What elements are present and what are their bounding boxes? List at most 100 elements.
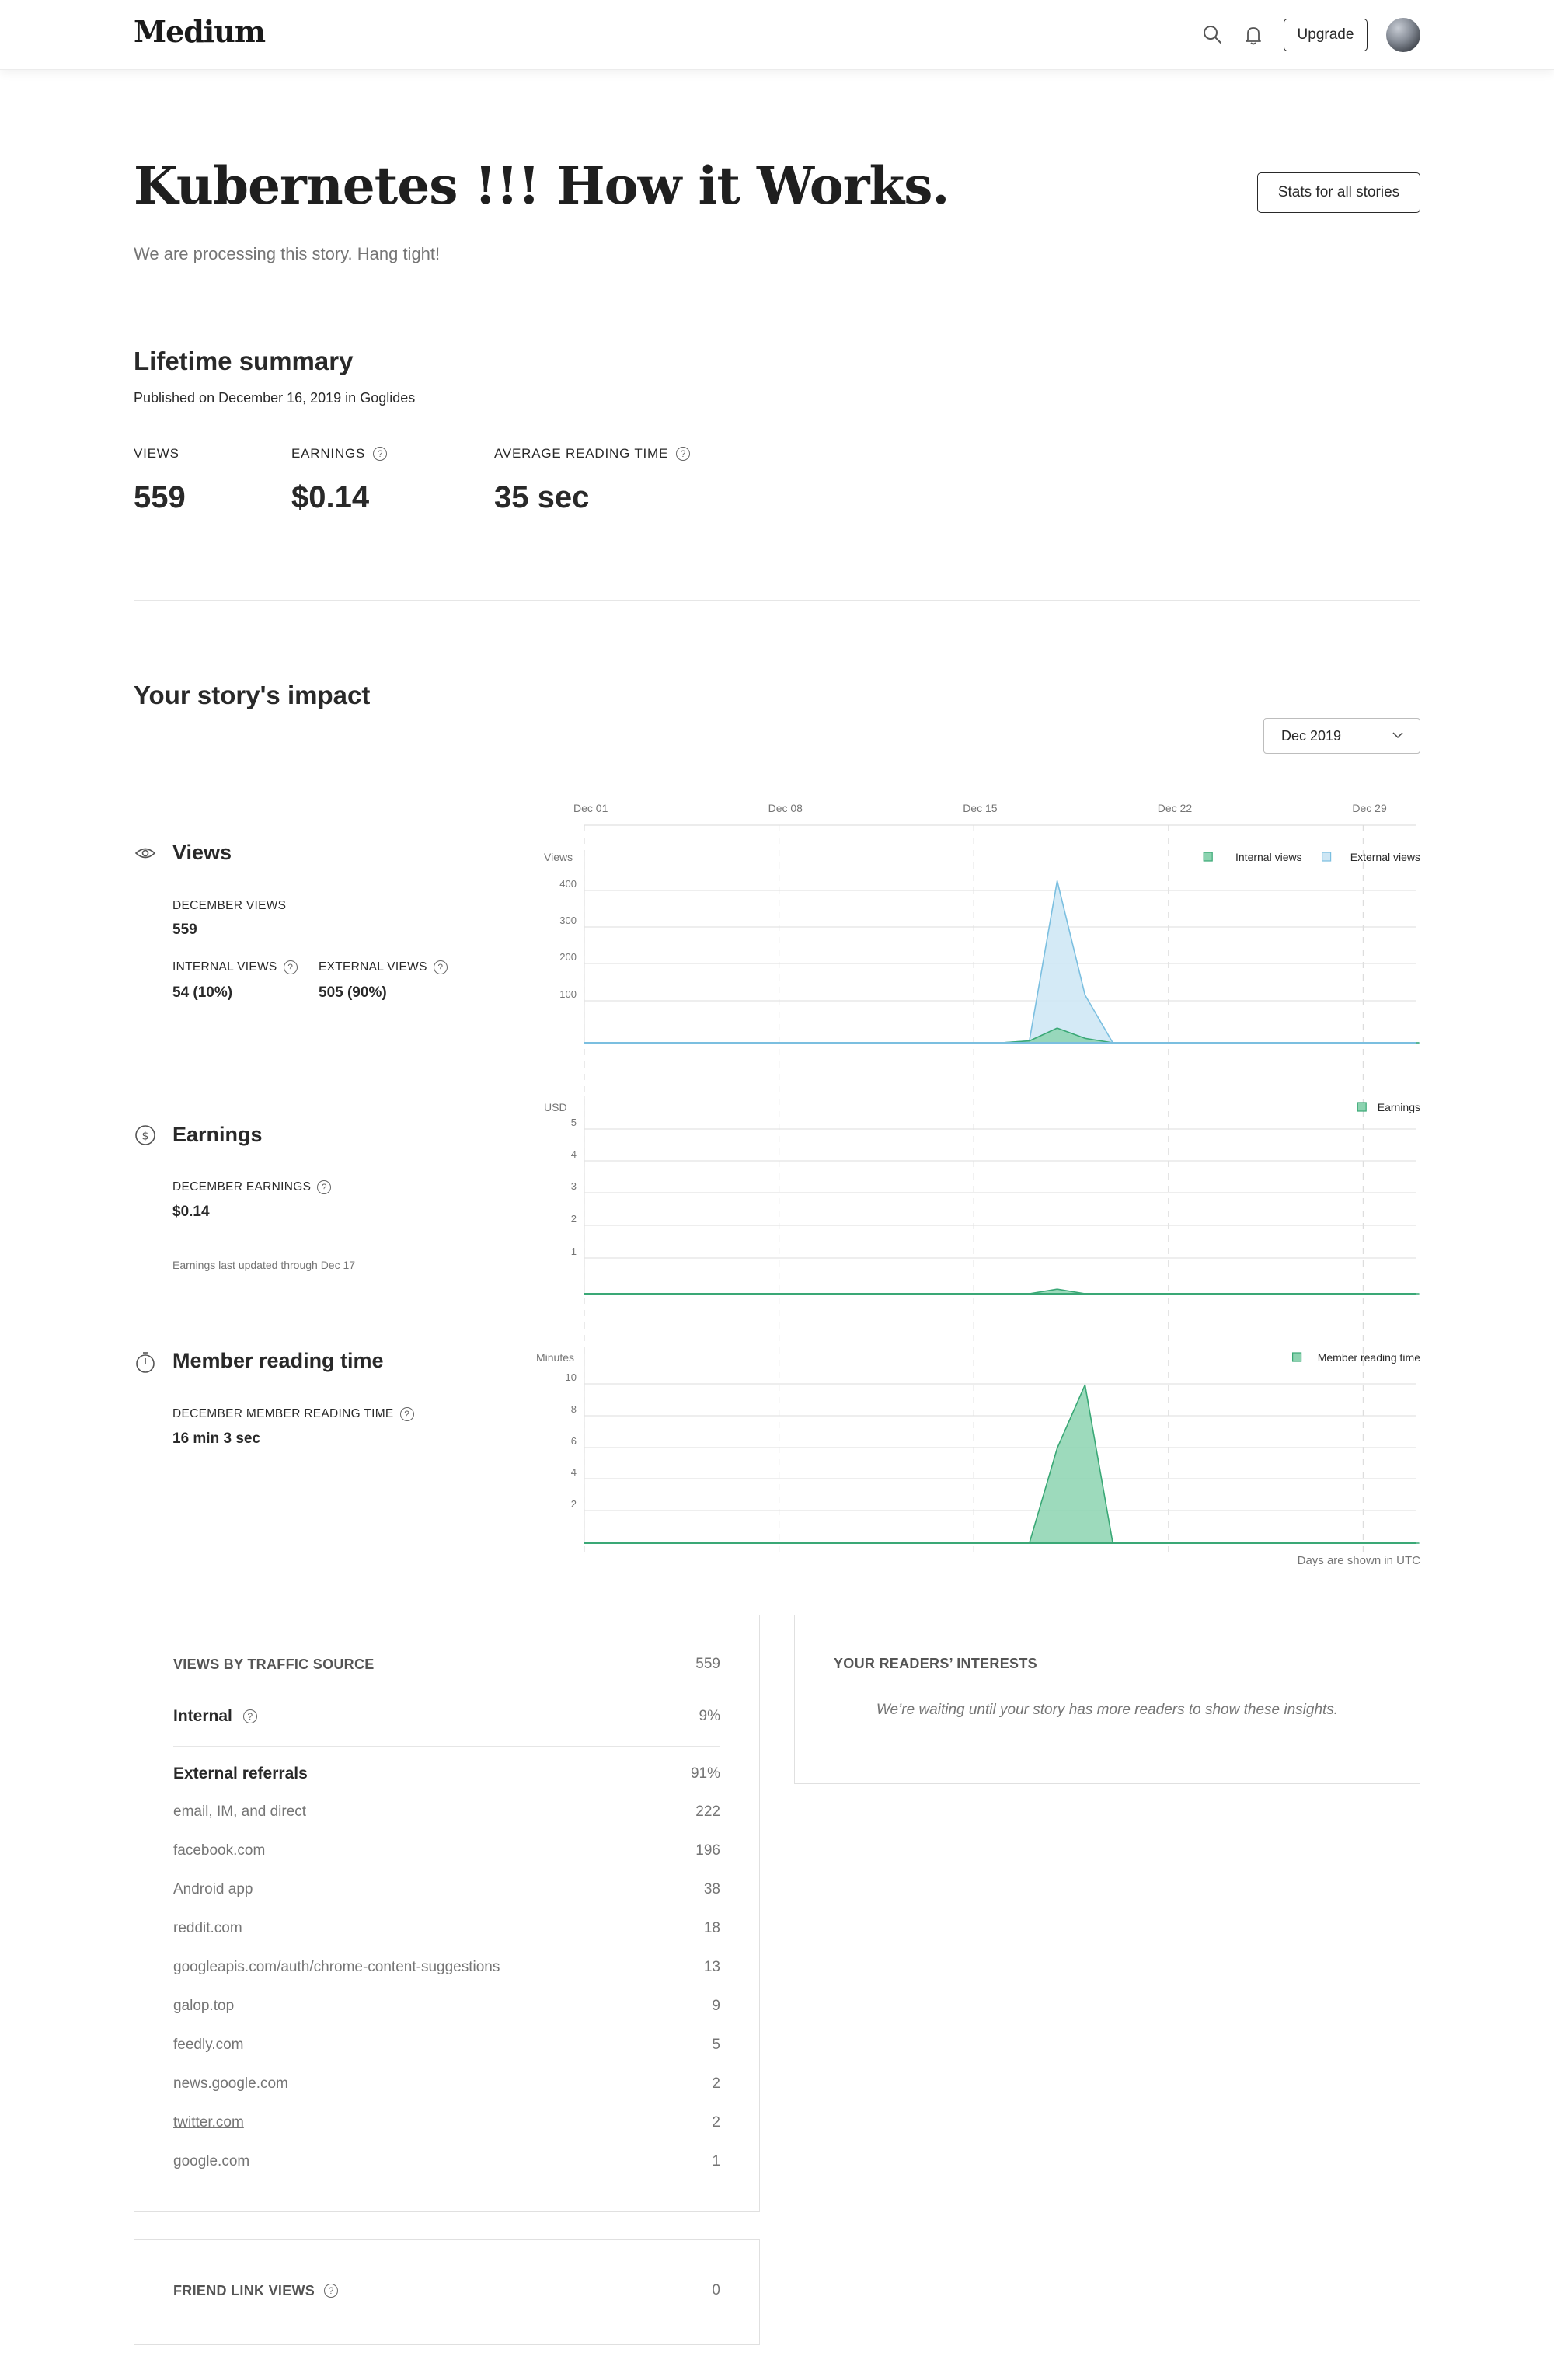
external-label: External referrals — [173, 1765, 308, 1782]
traffic-source-row[interactable]: facebook.com 196 — [173, 1842, 720, 1859]
traffic-source-value: 222 — [695, 1803, 720, 1820]
legend-swatch — [1321, 852, 1332, 862]
help-icon[interactable]: ? — [676, 447, 691, 461]
month-select-value: Dec 2019 — [1281, 727, 1342, 744]
traffic-source-row: feedly.com 5 — [173, 2037, 720, 2054]
medium-logo[interactable]: Medium — [134, 14, 266, 49]
y-tick-label: 8 — [571, 1403, 577, 1415]
traffic-source-row[interactable]: twitter.com 2 — [173, 2114, 720, 2131]
y-tick-label: 1 — [571, 1246, 577, 1257]
impact-charts: Dec 01 Dec 08 Dec 15 Dec 22 Dec 29 Views 100 20… — [536, 802, 1420, 1554]
legend-label: Member reading time — [1318, 1351, 1420, 1364]
legend-swatch — [1203, 852, 1213, 862]
y-tick-label: 300 — [559, 915, 577, 926]
help-icon[interactable]: ? — [433, 960, 448, 974]
traffic-source-value: 196 — [695, 1842, 720, 1859]
traffic-header-row: VIEWS BY TRAFFIC SOURCE 559 — [173, 1656, 720, 1673]
search-icon[interactable] — [1198, 20, 1228, 50]
traffic-source-name: news.google.com — [173, 2075, 288, 2092]
views-label: VIEWS — [134, 446, 179, 461]
internal-label: Internal — [173, 1707, 232, 1725]
card-divider — [173, 1746, 720, 1747]
traffic-source-name: feedly.com — [173, 2037, 244, 2053]
avg-reading-label: AVERAGE READING TIME? — [494, 446, 691, 462]
x-tick-label: Dec 08 — [768, 802, 803, 814]
help-icon[interactable]: ? — [324, 2284, 339, 2298]
published-info: Published on December 16, 2019 in Goglid… — [134, 390, 416, 406]
processing-note: We are processing this story. Hang tight… — [134, 244, 441, 263]
internal-views-label: INTERNAL VIEWS? — [172, 960, 298, 974]
series-area-external-views — [584, 880, 1420, 1044]
y-tick-label: 4 — [571, 1466, 577, 1478]
traffic-source-row: reddit.com 18 — [173, 1920, 720, 1937]
series-area-internal-views — [584, 1027, 1420, 1044]
legend-label: Internal views — [1235, 851, 1302, 863]
december-earnings-value: $0.14 — [172, 1204, 210, 1220]
x-tick-label: Dec 01 — [573, 802, 608, 814]
y-axis-label: Minutes — [536, 1351, 574, 1364]
legend-label: Earnings — [1378, 1101, 1420, 1113]
traffic-source-name: galop.top — [173, 1998, 235, 2014]
x-tick-label: Dec 29 — [1352, 802, 1387, 814]
interests-header-row: YOUR READERS’ INTERESTS — [834, 1656, 1381, 1672]
x-tick-label: Dec 15 — [963, 802, 998, 814]
friend-link-row: FRIEND LINK VIEWS? 0 — [173, 2282, 720, 2299]
help-icon[interactable]: ? — [373, 447, 388, 461]
internal-pct: 9% — [699, 1708, 720, 1724]
traffic-source-row: google.com 1 — [173, 2153, 720, 2170]
external-row: External referrals 91% — [173, 1765, 720, 1783]
traffic-source-card: VIEWS BY TRAFFIC SOURCE 559 Internal? 9%… — [134, 1615, 760, 2212]
december-reading-value: 16 min 3 sec — [172, 1430, 261, 1447]
eye-icon — [134, 848, 156, 859]
y-tick-label: 3 — [571, 1180, 577, 1192]
traffic-total: 559 — [695, 1656, 720, 1672]
traffic-source-name: google.com — [173, 2153, 250, 2169]
external-views-label: EXTERNAL VIEWS? — [319, 960, 448, 974]
avatar[interactable] — [1386, 18, 1420, 52]
reading-section-title: Member reading time — [172, 1349, 384, 1372]
impact-heading: Your story's impact — [134, 681, 371, 709]
views-section-title: Views — [172, 841, 232, 864]
lifetime-summary-heading: Lifetime summary — [134, 347, 354, 375]
traffic-heading: VIEWS BY TRAFFIC SOURCE — [173, 1656, 375, 1672]
friend-link-value: 0 — [712, 2282, 720, 2298]
traffic-source-value: 2 — [712, 2075, 720, 2092]
help-icon[interactable]: ? — [317, 1180, 332, 1194]
y-tick-label: 100 — [559, 988, 577, 1000]
y-tick-label: 400 — [559, 878, 577, 890]
traffic-source-row: email, IM, and direct 222 — [173, 1803, 720, 1821]
y-axis-label: USD — [544, 1101, 567, 1113]
help-icon[interactable]: ? — [283, 960, 298, 974]
december-views-value: 559 — [172, 922, 197, 938]
y-tick-label: 10 — [566, 1371, 577, 1383]
upgrade-button[interactable]: Upgrade — [1284, 19, 1368, 51]
internal-views-value: 54 (10%) — [172, 984, 233, 1001]
top-bar: Medium Upgrade — [0, 0, 1554, 70]
external-views-value: 505 (90%) — [319, 984, 387, 1001]
traffic-source-name: googleapis.com/auth/chrome-content-sugge… — [173, 1959, 500, 1975]
traffic-source-row: Android app 38 — [173, 1881, 720, 1898]
y-tick-label: 200 — [559, 951, 577, 963]
avg-reading-value: 35 sec — [494, 480, 590, 514]
external-pct: 91% — [690, 1765, 720, 1782]
internal-row: Internal? 9% — [173, 1707, 720, 1726]
y-tick-label: 6 — [571, 1435, 577, 1447]
friend-link-card: FRIEND LINK VIEWS? 0 — [134, 2239, 760, 2345]
stats-all-stories-button[interactable]: Stats for all stories — [1257, 172, 1420, 213]
reader-interests-card: YOUR READERS’ INTERESTS We’re waiting un… — [794, 1615, 1420, 1784]
x-tick-label: Dec 22 — [1158, 802, 1193, 814]
legend-label: External views — [1350, 851, 1420, 863]
earnings-section-title: Earnings — [172, 1123, 263, 1146]
legend-swatch — [1357, 1102, 1367, 1112]
bell-icon[interactable] — [1239, 20, 1268, 50]
traffic-source-value: 5 — [712, 2037, 720, 2053]
svg-text:$: $ — [142, 1131, 149, 1143]
help-icon[interactable]: ? — [399, 1407, 414, 1421]
traffic-source-row: news.google.com 2 — [173, 2075, 720, 2093]
traffic-source-name[interactable]: facebook.com — [173, 1842, 265, 1859]
traffic-source-name[interactable]: twitter.com — [173, 2114, 244, 2131]
december-earnings-label: DECEMBER EARNINGS? — [172, 1180, 332, 1194]
traffic-source-row: googleapis.com/auth/chrome-content-sugge… — [173, 1959, 720, 1976]
help-icon[interactable]: ? — [242, 1709, 257, 1723]
month-select[interactable]: Dec 2019 — [1263, 718, 1420, 754]
